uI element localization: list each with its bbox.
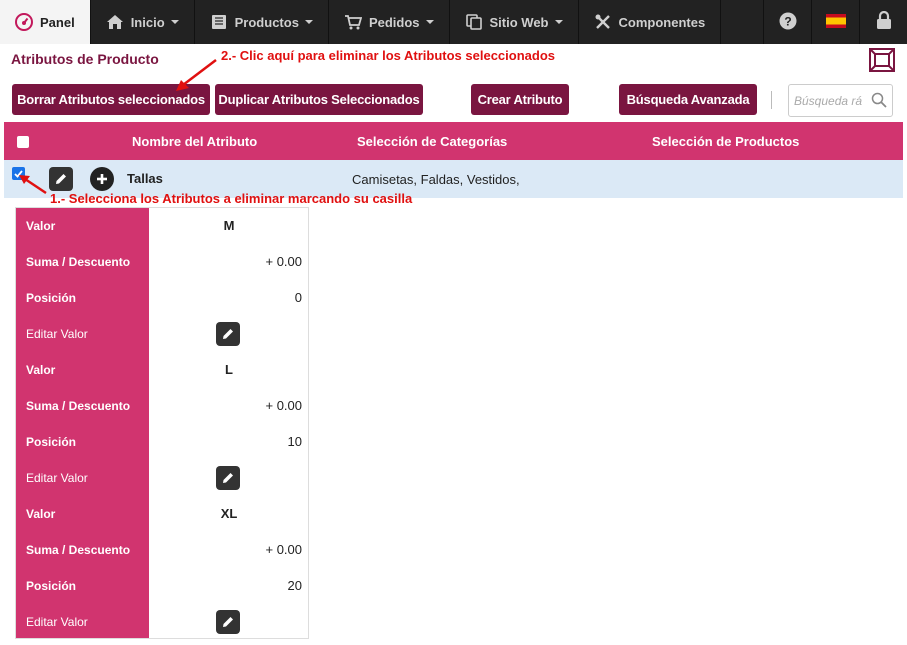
adjust-text: + 0.00 [265, 254, 302, 269]
search-icon[interactable] [871, 92, 887, 111]
chevron-down-icon [304, 20, 313, 24]
position-row: Posición 20 [16, 568, 308, 604]
home-icon [106, 14, 124, 30]
edit-label: Editar Valor [26, 327, 88, 341]
nav-inicio-label: Inicio [130, 14, 165, 30]
value-text: M [223, 218, 235, 233]
check-icon [14, 169, 23, 178]
nav-productos-label: Productos [234, 14, 299, 30]
value-text: L [225, 362, 233, 377]
duplicate-selected-button[interactable]: Duplicar Atributos Seleccionados [215, 84, 423, 115]
position-text: 0 [294, 290, 302, 305]
value-row: Valor XL [16, 496, 308, 532]
cart-icon [344, 13, 362, 31]
value-row: Valor M [16, 208, 308, 244]
position-row: Posición 10 [16, 424, 308, 460]
fullscreen-icon[interactable] [868, 47, 896, 76]
adjust-text: + 0.00 [265, 398, 302, 413]
nav-right-group: ? [763, 0, 907, 44]
position-row: Posición 0 [16, 280, 308, 316]
edit-attribute-button[interactable] [49, 167, 73, 191]
pencil-icon [223, 473, 233, 483]
value-text: XL [220, 506, 238, 521]
edit-label: Editar Valor [26, 615, 88, 629]
attribute-categories: Camisetas, Faldas, Vestidos, [352, 172, 520, 187]
position-label: Posición [26, 291, 77, 305]
pencil-icon [223, 329, 233, 339]
nav-pedidos-label: Pedidos [368, 14, 420, 30]
toolbar-divider [771, 91, 772, 109]
edit-row: Editar Valor [16, 316, 308, 352]
nav-sitio-web-label: Sitio Web [489, 14, 549, 30]
delete-selected-button[interactable]: Borrar Atributos seleccionados [12, 84, 210, 115]
copy-icon [465, 13, 483, 31]
position-label: Posición [26, 579, 77, 593]
attribute-values-panel: Valor M Suma / Descuento + 0.00 Posición… [15, 207, 309, 639]
book-icon [210, 13, 228, 31]
chevron-down-icon [554, 20, 563, 24]
chevron-down-icon [170, 20, 179, 24]
page-title: Atributos de Producto [11, 51, 159, 67]
header-category-selection[interactable]: Selección de Categorías [357, 134, 507, 149]
position-label: Posición [26, 435, 77, 449]
language-button[interactable] [811, 0, 859, 44]
edit-row: Editar Valor [16, 460, 308, 496]
nav-panel-label: Panel [40, 14, 75, 30]
edit-row: Editar Valor [16, 604, 308, 640]
create-attribute-button[interactable]: Crear Atributo [471, 84, 569, 115]
select-all-checkbox[interactable] [17, 136, 29, 148]
position-text: 20 [287, 578, 302, 593]
edit-value-button[interactable] [216, 610, 240, 634]
value-label: Valor [26, 219, 56, 233]
advanced-search-button[interactable]: Búsqueda Avanzada [619, 84, 757, 115]
adjust-label: Suma / Descuento [26, 255, 131, 269]
adjust-row: Suma / Descuento + 0.00 [16, 388, 308, 424]
value-row: Valor L [16, 352, 308, 388]
adjust-label: Suma / Descuento [26, 399, 131, 413]
adjust-text: + 0.00 [265, 542, 302, 557]
pencil-icon [223, 617, 233, 627]
spain-flag-icon [825, 13, 846, 31]
position-text: 10 [287, 434, 302, 449]
help-button[interactable]: ? [763, 0, 811, 44]
help-icon: ? [779, 12, 797, 33]
header-product-selection[interactable]: Selección de Productos [652, 134, 799, 149]
dashboard-icon [15, 13, 33, 31]
chevron-down-icon [425, 20, 434, 24]
nav-panel[interactable]: Panel [0, 0, 91, 44]
value-label: Valor [26, 363, 56, 377]
header-attribute-name[interactable]: Nombre del Atributo [132, 134, 257, 149]
tools-icon [594, 13, 612, 31]
edit-value-button[interactable] [216, 466, 240, 490]
search-input[interactable]: Búsqueda rá [788, 84, 893, 117]
annotation-select: 1.- Selecciona los Atributos a eliminar … [50, 191, 413, 206]
svg-text:?: ? [784, 14, 791, 28]
pencil-icon [56, 174, 66, 184]
lock-icon [876, 10, 892, 33]
table-header: Nombre del Atributo Selección de Categor… [4, 122, 903, 160]
lock-button[interactable] [859, 0, 907, 44]
row-checkbox[interactable] [12, 167, 25, 180]
adjust-row: Suma / Descuento + 0.00 [16, 244, 308, 280]
top-navbar: Panel Inicio Productos Pedidos Sitio Web… [0, 0, 907, 44]
adjust-label: Suma / Descuento [26, 543, 131, 557]
attribute-name: Tallas [127, 171, 163, 186]
nav-pedidos[interactable]: Pedidos [329, 0, 450, 44]
annotation-delete: 2.- Clic aquí para eliminar los Atributo… [221, 48, 556, 63]
search-placeholder: Búsqueda rá [794, 94, 863, 108]
plus-icon [97, 174, 107, 184]
nav-productos[interactable]: Productos [195, 0, 329, 44]
nav-componentes-label: Componentes [618, 14, 706, 30]
value-label: Valor [26, 507, 56, 521]
edit-label: Editar Valor [26, 471, 88, 485]
add-value-button[interactable] [90, 167, 114, 191]
nav-sitio-web[interactable]: Sitio Web [450, 0, 579, 44]
edit-value-button[interactable] [216, 322, 240, 346]
nav-componentes[interactable]: Componentes [579, 0, 722, 44]
nav-inicio[interactable]: Inicio [91, 0, 195, 44]
adjust-row: Suma / Descuento + 0.00 [16, 532, 308, 568]
